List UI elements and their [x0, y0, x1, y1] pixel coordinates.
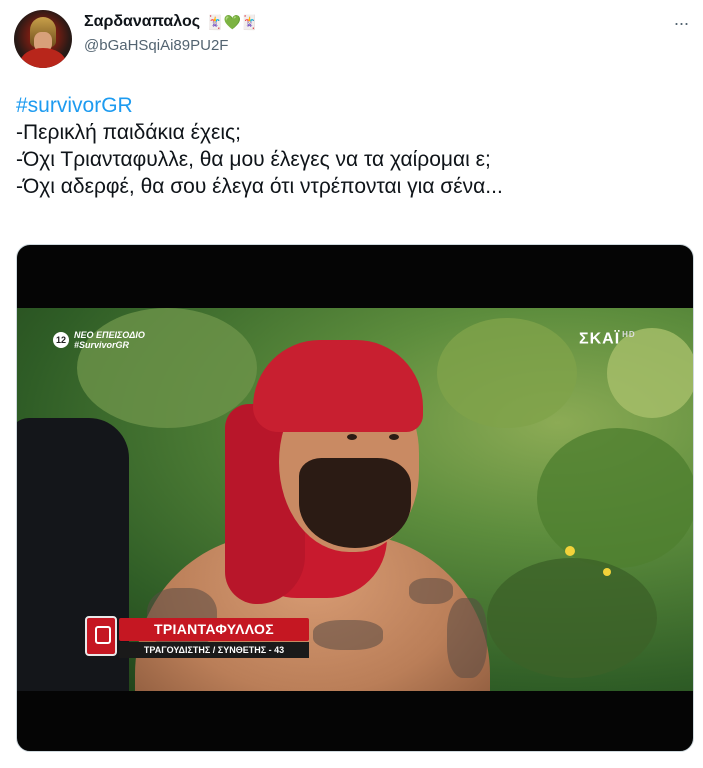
- name-emoji-icons: 🃏💚🃏: [206, 14, 259, 30]
- channel-logo: ΣΚΑΪ HD: [579, 330, 636, 348]
- chest-tattoo: [313, 620, 383, 650]
- contestant-name: ΤΡΙΑΝΤΑΦΥΛΛΟΣ: [119, 618, 309, 641]
- eye: [389, 434, 399, 440]
- tweet-text: #survivorGR -Περικλή παιδάκια έχεις; -Όχ…: [16, 92, 696, 200]
- foliage: [487, 558, 657, 678]
- video-frame: 12 ΝΕΟ ΕΠΕΙΣΟΔΙΟ #SurvivorGR ΣΚΑΪ HD ΤΡΙΑ…: [17, 308, 693, 691]
- episode-badge: 12: [53, 332, 69, 348]
- user-avatar[interactable]: [14, 10, 72, 68]
- contestant-role: ΤΡΑΓΟΥΔΙΣΤΗΣ / ΣΥΝΘΕΤΗΣ - 43: [119, 642, 309, 658]
- foliage: [77, 308, 257, 428]
- user-name-row: Σαρδαναπαλος 🃏💚🃏: [84, 13, 258, 31]
- more-options-icon[interactable]: ···: [670, 14, 692, 36]
- foliage: [437, 318, 577, 428]
- episode-line: ΝΕΟ ΕΠΕΙΣΟΔΙΟ: [74, 330, 145, 340]
- beard: [299, 458, 411, 548]
- lower-third-caption: ΤΡΙΑΝΤΑΦΥΛΛΟΣ ΤΡΑΓΟΥΔΙΣΤΗΣ / ΣΥΝΘΕΤΗΣ - …: [85, 614, 311, 664]
- episode-overlay: 12 ΝΕΟ ΕΠΕΙΣΟΔΙΟ #SurvivorGR: [53, 330, 145, 350]
- hashtag-link[interactable]: #survivorGR: [16, 92, 696, 119]
- yellow-flower: [603, 568, 611, 576]
- arm-tattoo: [447, 598, 487, 678]
- tweet-media-image[interactable]: 12 ΝΕΟ ΕΠΕΙΣΟΔΙΟ #SurvivorGR ΣΚΑΪ HD ΤΡΙΑ…: [16, 244, 694, 752]
- episode-hashtag: #SurvivorGR: [74, 340, 130, 350]
- tweet-line: -Όχι Τριανταφυλλε, θα μου έλεγες να τα χ…: [16, 148, 491, 171]
- survivor-logo-icon: [85, 616, 117, 656]
- yellow-flower: [565, 546, 575, 556]
- eye: [347, 434, 357, 440]
- tweet-line: -Όχι αδερφέ, θα σου έλεγα ότι ντρέπονται…: [16, 175, 503, 198]
- foliage: [537, 428, 693, 568]
- chest-tattoo: [409, 578, 453, 604]
- channel-hd-label: HD: [622, 330, 636, 339]
- channel-name: ΣΚΑΪ: [579, 330, 621, 348]
- tweet-line: -Περικλή παιδάκια έχεις;: [16, 121, 241, 144]
- avatar-cape: [20, 48, 66, 68]
- red-bandana: [253, 340, 423, 432]
- display-name[interactable]: Σαρδαναπαλος: [84, 13, 200, 31]
- user-handle[interactable]: @bGaHSqiAi89PU2F: [84, 37, 228, 54]
